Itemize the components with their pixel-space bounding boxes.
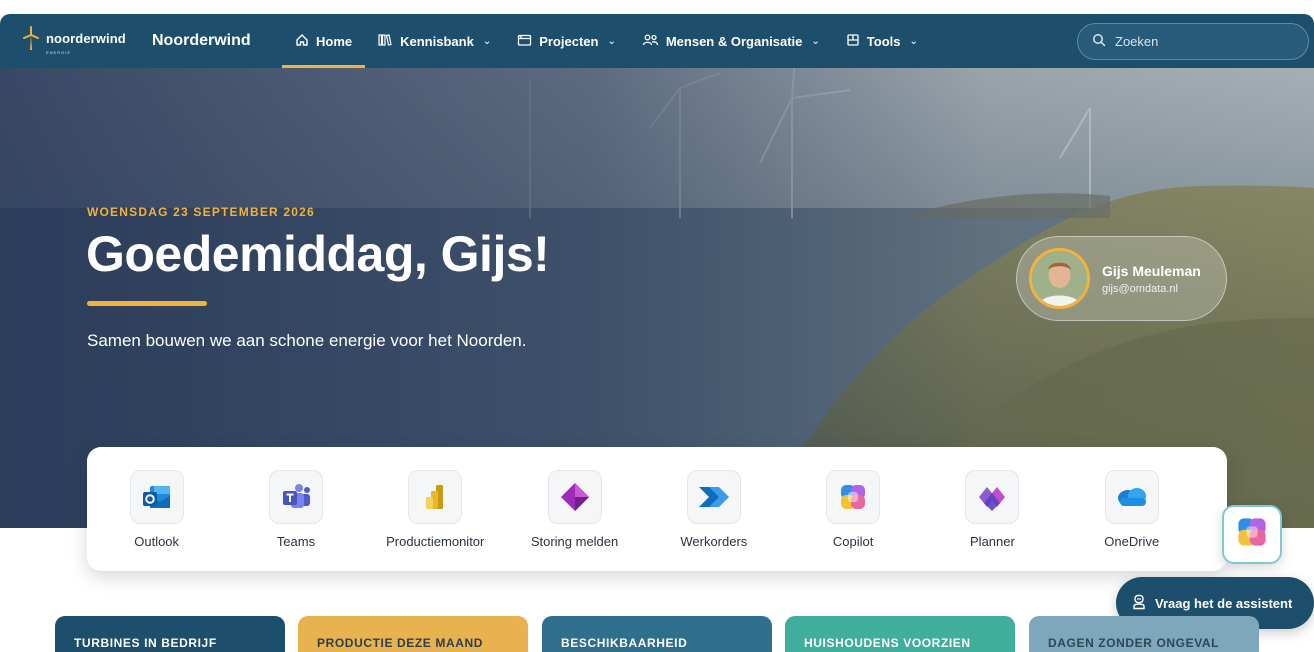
logo-tagline: ENERGIE [46,50,72,55]
app-planner[interactable]: Planner [923,447,1062,571]
stat-card-productie[interactable]: PRODUCTIE DEZE MAAND [298,616,528,652]
home-icon [295,33,309,50]
main-navigation: Home Kennisbank ⌄ Projecten ⌄ Mensen & O… [282,14,931,68]
app-label: Copilot [832,534,874,549]
chevron-down-icon: ⌄ [482,35,492,47]
folder-icon [517,33,532,50]
stat-card-label: TURBINES IN BEDRIJF [74,636,217,650]
copilot-icon [826,470,881,524]
app-copilot[interactable]: Copilot [783,447,922,571]
stat-card-label: PRODUCTIE DEZE MAAND [317,636,484,650]
wind-turbine-logo-icon [22,26,40,50]
copilot-chat-button[interactable] [1222,505,1282,564]
nav-item-label: Home [316,33,353,49]
chevron-down-icon: ⌄ [909,35,918,47]
top-navigation-bar: noorderwind ENERGIE Noorderwind Home Ken… [0,14,1314,68]
copilot-icon [1235,515,1269,554]
app-teams[interactable]: Teams [226,447,365,571]
intranet-page: noorderwind ENERGIE Noorderwind Home Ken… [0,0,1314,652]
power-bi-icon [408,470,463,524]
hero-subtitle: Samen bouwen we aan schone energie voor … [87,331,527,350]
stat-card-turbines[interactable]: TURBINES IN BEDRIJF [55,616,285,652]
nav-item-label: Tools [866,33,901,49]
app-storing-melden[interactable]: Storing melden [505,447,644,571]
stat-card-label: BESCHIKBAARHEID [561,636,688,650]
user-profile-card[interactable]: Gijs Meuleman gijs@omdata.nl [1016,236,1227,321]
outlook-icon [129,470,184,524]
app-productiemonitor[interactable]: Productiemonitor [366,447,505,571]
site-title[interactable]: Noorderwind [152,32,251,50]
stat-card-ongevallen[interactable]: DAGEN ZONDER ONGEVAL [1029,616,1259,652]
profile-info: Gijs Meuleman gijs@omdata.nl [1102,263,1201,295]
profile-email: gijs@omdata.nl [1102,282,1178,295]
company-logo[interactable]: noorderwind ENERGIE [22,26,126,55]
hero-date: WOENSDAG 23 SEPTEMBER 2026 [87,205,315,219]
search-icon [1092,33,1106,50]
app-launcher: Outlook Teams Productiemonitor Storing m… [87,447,1227,571]
power-automate-icon [686,470,741,524]
chevron-down-icon: ⌄ [607,35,616,47]
app-onedrive[interactable]: OneDrive [1062,447,1201,571]
ask-assistant-label: Vraag het de assistent [1155,595,1293,611]
teams-icon [268,470,323,524]
nav-item-projecten[interactable]: Projecten ⌄ [504,14,629,68]
app-werkorders[interactable]: Werkorders [644,447,783,571]
nav-item-mensen-organisatie[interactable]: Mensen & Organisatie ⌄ [629,14,833,68]
app-label: Werkorders [680,534,748,549]
app-label: Productiemonitor [386,534,485,549]
nav-item-label: Mensen & Organisatie [665,33,803,49]
stat-card-label: HUISHOUDENS VOORZIEN [804,636,971,650]
app-label: Planner [970,534,1015,549]
nav-item-tools[interactable]: Tools ⌄ [833,14,931,68]
stat-card-huishoudens[interactable]: HUISHOUDENS VOORZIEN [785,616,1015,652]
greeting-underline [87,301,207,306]
nav-item-kennisbank[interactable]: Kennisbank ⌄ [365,14,504,68]
library-icon [378,33,393,50]
assistant-icon [1132,594,1146,613]
search-input[interactable] [1115,34,1285,49]
planner-icon [965,470,1020,524]
app-label: Storing melden [530,534,619,549]
app-label: Outlook [134,534,180,549]
chevron-down-icon: ⌄ [811,35,820,47]
app-label: Teams [276,534,316,549]
stat-card-beschikbaarheid[interactable]: BESCHIKBAARHEID [542,616,772,652]
app-outlook[interactable]: Outlook [87,447,226,571]
search-box[interactable] [1077,23,1309,60]
stat-card-label: DAGEN ZONDER ONGEVAL [1048,636,1220,650]
avatar [1029,248,1090,309]
hero-greeting: Goedemiddag, Gijs! [86,226,550,282]
nav-item-label: Kennisbank [400,33,474,49]
nav-item-home[interactable]: Home [282,14,366,68]
profile-name: Gijs Meuleman [1102,262,1201,279]
people-icon [642,33,659,50]
power-apps-icon [547,470,602,524]
app-label: OneDrive [1104,534,1160,549]
nav-item-label: Projecten [539,33,599,49]
tools-icon [846,33,860,50]
onedrive-icon [1104,470,1159,524]
logo-wordmark: noorderwind [46,30,126,46]
